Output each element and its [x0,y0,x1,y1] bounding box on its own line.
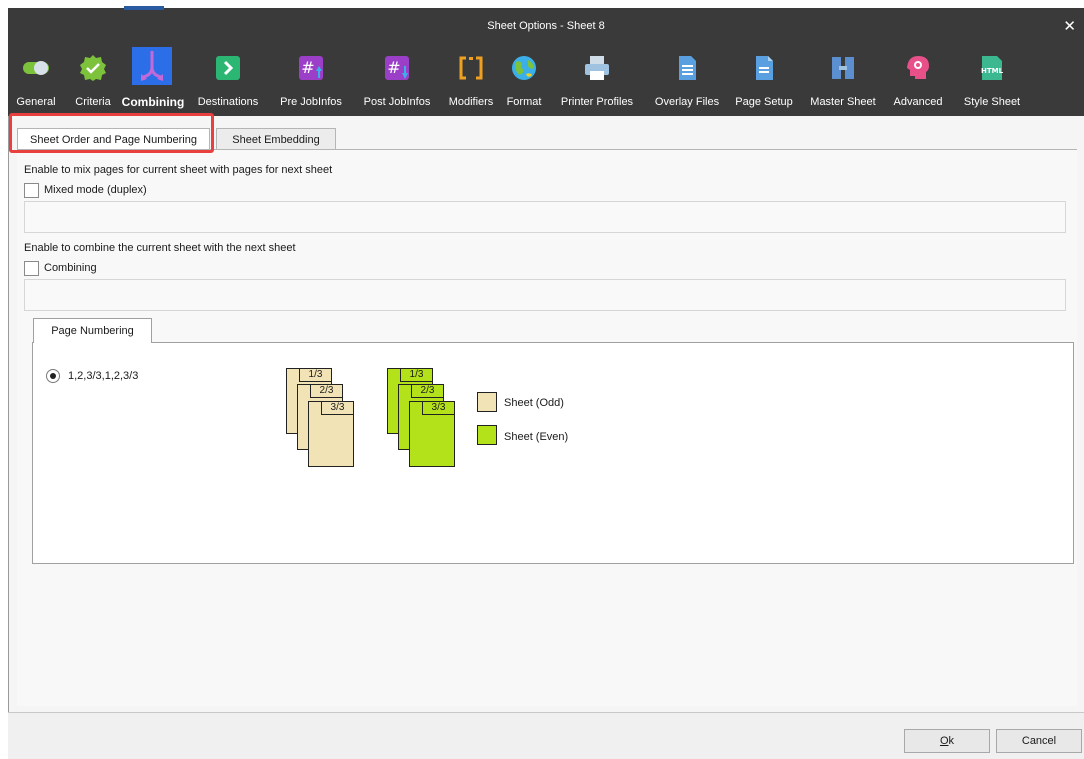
category-toolbar: General Criteria Combining Destinations … [8,46,1084,116]
odd-sheet-page-3: 3/3 [308,401,354,467]
toolbar-label: Page Setup [735,96,793,108]
toolbar-label: Criteria [75,96,111,108]
toolbar-criteria[interactable]: Criteria [70,46,116,116]
legend-even-label: Sheet (Even) [504,431,569,443]
svg-text:#: # [301,58,314,77]
page-number-label: 2/3 [411,385,443,398]
brackets-icon [459,56,483,80]
toolbar-label: Printer Profiles [560,96,634,108]
mixed-mode-checkbox[interactable] [24,183,39,198]
legend-odd-swatch [477,392,497,412]
button-bar: Ok Cancel [8,712,1084,759]
page-icon [756,56,773,80]
toolbar-style-sheet[interactable]: HTML Style Sheet [954,46,1030,116]
toolbar-label: Post JobInfos [363,96,431,108]
toolbar-label: Combining [121,95,185,109]
toolbar-format[interactable]: Format [502,46,546,116]
globe-icon [512,56,536,80]
toolbar-page-setup[interactable]: Page Setup [730,46,798,116]
toolbar-label: General [16,96,56,108]
close-icon[interactable]: ✕ [1063,17,1076,35]
printer-icon [585,56,609,80]
toolbar-modifiers[interactable]: Modifiers [442,46,500,116]
tab-page-numbering[interactable]: Page Numbering [33,318,152,343]
toolbar-combining[interactable]: Combining [118,46,188,116]
toolbar-master-sheet[interactable]: Master Sheet [802,46,884,116]
toolbar-printer-profiles[interactable]: Printer Profiles [550,46,644,116]
title-bar: Sheet Options - Sheet 8 ✕ [8,6,1084,46]
ok-button[interactable]: Ok [904,729,990,753]
ok-label: k [948,735,955,747]
page-number-label: 3/3 [321,402,353,415]
arrow-right-box-icon [216,56,240,80]
page-number-label: 1/3 [400,369,432,382]
merge-arrows-icon [132,47,172,85]
page-numbering-option-label: 1,2,3/3,1,2,3/3 [68,370,139,382]
toolbar-advanced[interactable]: Advanced [886,46,950,116]
check-badge-icon [80,55,106,81]
page-number-label: 1/3 [299,369,331,382]
window-title: Sheet Options - Sheet 8 [487,20,605,32]
radio-selected-dot [50,373,56,379]
svg-text:HTML: HTML [981,67,1004,75]
toolbar-label: Style Sheet [963,96,1021,108]
svg-text:#: # [387,58,400,77]
cancel-button[interactable]: Cancel [996,729,1082,753]
toolbar-general[interactable]: General [10,46,62,116]
document-icon [679,56,696,80]
toolbar-post-jobinfos[interactable]: # Post JobInfos [354,46,440,116]
toolbar-overlay-files[interactable]: Overlay Files [648,46,726,116]
toolbar-label: Overlay Files [654,96,720,108]
ok-mnemonic: O [939,735,949,747]
tab-highlight-box [9,113,214,153]
toolbar-destinations[interactable]: Destinations [192,46,264,116]
toolbar-pre-jobinfos[interactable]: # Pre JobInfos [270,46,352,116]
page-number-label: 3/3 [422,402,454,415]
toolbar-label: Master Sheet [810,96,876,108]
legend-odd-label: Sheet (Odd) [504,397,564,409]
tab-sheet-embedding[interactable]: Sheet Embedding [216,128,336,151]
page-number-label: 2/3 [310,385,342,398]
page-numbering-radio[interactable] [46,369,60,383]
gear-head-icon [907,56,929,79]
combining-detail-field [24,279,1066,311]
hash-up-icon: # [299,56,323,80]
toolbar-label: Advanced [893,96,943,108]
toolbar-label: Format [506,96,542,108]
hash-down-icon: # [385,56,409,80]
toolbar-label: Destinations [197,96,259,108]
title-accent [124,6,164,10]
combining-checkbox[interactable] [24,261,39,276]
toolbar-label: Pre JobInfos [280,96,342,108]
page-numbering-preview: 1/3 2/3 3/3 1/3 2/3 3/3 Sheet (Odd) Shee… [274,356,614,556]
mixed-mode-label: Mixed mode (duplex) [44,184,147,196]
combining-description: Enable to combine the current sheet with… [24,242,296,254]
mixed-mode-description: Enable to mix pages for current sheet wi… [24,164,333,176]
html-file-icon: HTML [981,56,1004,80]
legend-even-swatch [477,425,497,445]
toolbar-label: Modifiers [448,96,494,108]
toggle-icon [23,61,49,75]
mixed-mode-detail-field [24,201,1066,233]
combining-label: Combining [44,262,97,274]
even-sheet-page-3: 3/3 [409,401,455,467]
master-sheet-icon [832,57,854,79]
